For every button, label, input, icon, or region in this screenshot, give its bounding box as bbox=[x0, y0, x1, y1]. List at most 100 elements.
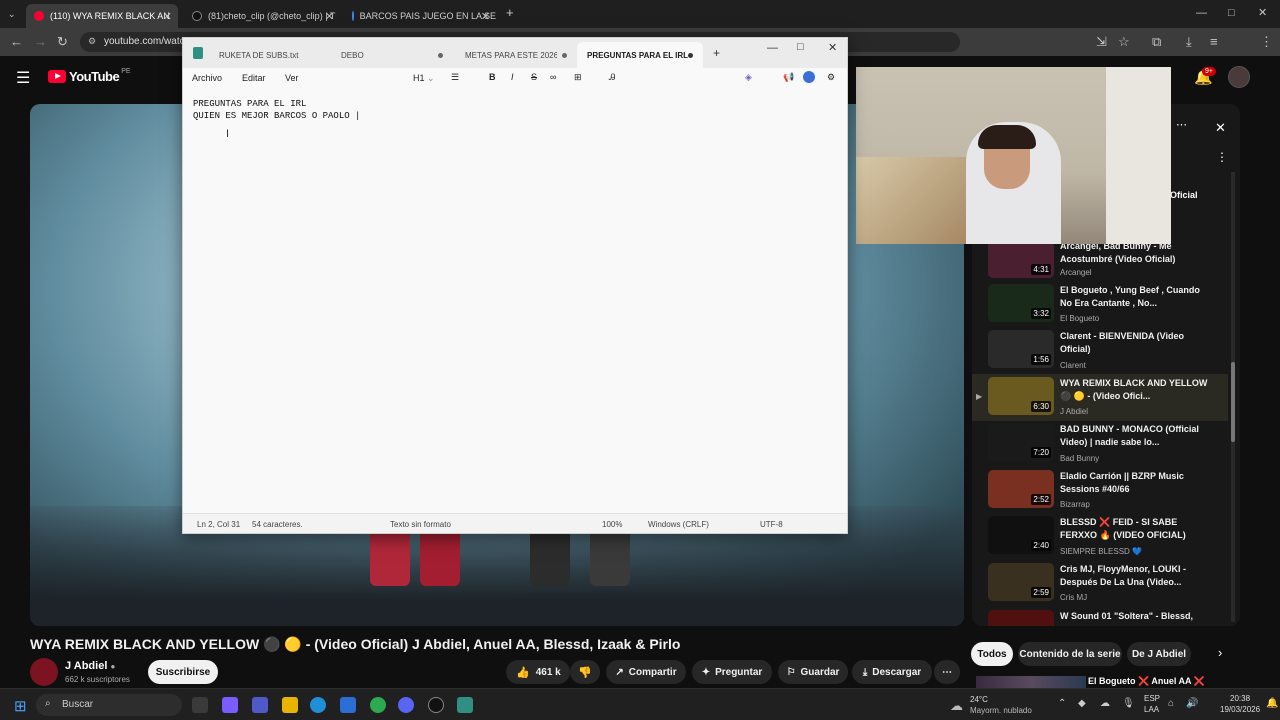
playlist-item[interactable]: 7:20 BAD BUNNY - MONACO (Official Video)… bbox=[986, 423, 1226, 467]
network-icon[interactable]: ⌂ bbox=[1168, 698, 1174, 709]
download-icon[interactable]: ⤓ bbox=[1186, 35, 1192, 49]
notepad-close-icon[interactable]: ✕ bbox=[828, 41, 837, 54]
playlist-item[interactable]: 2:40 BLESSD ❌ FEID - SI SABE FERXXO 🔥 (V… bbox=[986, 516, 1226, 560]
chip-series[interactable]: Contenido de la serie bbox=[1018, 642, 1122, 666]
heading-dropdown[interactable]: H1 ⌄ bbox=[413, 73, 435, 84]
menu-archivo[interactable]: Archivo bbox=[192, 73, 222, 83]
media-control-icon[interactable]: ≡ bbox=[1210, 35, 1218, 49]
share-button[interactable]: ↗ Compartir bbox=[606, 660, 686, 684]
chip-todos[interactable]: Todos bbox=[971, 642, 1013, 666]
playlist-item[interactable]: W Sound 01 "Soltera" - Blessd, bbox=[986, 610, 1226, 626]
tray-cloud-icon[interactable]: ☁ bbox=[1100, 698, 1110, 709]
zoom-level[interactable]: 100% bbox=[602, 520, 622, 529]
notepad-tab[interactable]: METAS PARA ESTE 2026 (H bbox=[455, 42, 577, 68]
italic-icon[interactable]: I bbox=[511, 72, 514, 82]
extensions-icon[interactable]: ⧉ bbox=[1152, 35, 1161, 49]
new-tab-icon[interactable]: + bbox=[506, 6, 514, 20]
notepad-text-area[interactable]: PREGUNTAS PARA EL IRL QUIEN ES MEJOR BARC… bbox=[193, 98, 360, 122]
file-explorer-icon[interactable] bbox=[282, 697, 298, 713]
close-playlist-icon[interactable]: ✕ bbox=[1215, 120, 1226, 136]
task-view-icon[interactable] bbox=[192, 697, 208, 713]
clock-time[interactable]: 20:38 bbox=[1230, 694, 1250, 703]
channel-name[interactable]: J Abdiel bbox=[65, 660, 107, 672]
menu-ver[interactable]: Ver bbox=[285, 73, 299, 83]
close-window-icon[interactable]: ✕ bbox=[1258, 6, 1267, 20]
save-button[interactable]: ⚐ Guardar bbox=[778, 660, 848, 684]
taskbar-search-box[interactable]: ⌕ Buscar bbox=[36, 694, 182, 716]
ask-button[interactable]: ✦ Preguntar bbox=[692, 660, 772, 684]
playlist-scrollbar-thumb[interactable] bbox=[1231, 362, 1235, 442]
clock-date[interactable]: 19/03/2026 bbox=[1220, 705, 1260, 714]
notifications-icon[interactable]: 🔔 bbox=[1266, 698, 1278, 709]
playlist-item-current[interactable]: 6:30 WYA REMIX BLACK AND YELLOW ⚫ 🟡 - (V… bbox=[986, 377, 1226, 421]
chrome-menu-icon[interactable]: ⋮ bbox=[1260, 35, 1273, 49]
list-icon[interactable]: ☰ bbox=[451, 72, 459, 83]
chip-channel[interactable]: De J Abdiel bbox=[1127, 642, 1191, 666]
more-actions-button[interactable]: ⋯ bbox=[934, 660, 960, 684]
hamburger-menu-icon[interactable]: ☰ bbox=[16, 68, 30, 88]
close-tab-icon[interactable]: ✕ bbox=[163, 10, 172, 23]
notepad-minimize-icon[interactable]: — bbox=[767, 42, 778, 54]
maximize-icon[interactable]: □ bbox=[1228, 6, 1235, 20]
tray-chevron-up-icon[interactable]: ⌃ bbox=[1058, 698, 1066, 709]
link-icon[interactable]: ∞ bbox=[550, 72, 556, 82]
playlist-item[interactable]: 3:32 El Bogueto , Yung Beef , Cuando No … bbox=[986, 284, 1226, 328]
microphone-icon[interactable]: 🎙 bbox=[1122, 698, 1135, 709]
close-tab-icon[interactable]: ✕ bbox=[325, 10, 334, 23]
next-video-title[interactable]: El Bogueto ❌ Anuel AA ❌ bbox=[1088, 676, 1205, 687]
tray-app-icon[interactable]: ◆ bbox=[1078, 698, 1086, 709]
dislike-button[interactable]: 👎 bbox=[570, 660, 600, 684]
install-app-icon[interactable]: ⇲ bbox=[1096, 35, 1107, 49]
windows-start-icon[interactable]: ⊞ bbox=[14, 697, 27, 715]
account-avatar[interactable] bbox=[1228, 66, 1250, 88]
bold-icon[interactable]: B bbox=[489, 72, 496, 82]
copilot-taskbar-icon[interactable] bbox=[222, 697, 238, 713]
clear-format-icon[interactable]: Ꭿ bbox=[609, 72, 616, 83]
volume-icon[interactable]: 🔊 bbox=[1186, 698, 1198, 709]
notepad-taskbar-icon[interactable] bbox=[457, 697, 473, 713]
playlist-scrollbar-track[interactable] bbox=[1231, 172, 1235, 622]
chips-next-icon[interactable]: › bbox=[1218, 645, 1222, 660]
text-format[interactable]: Texto sin formato bbox=[390, 520, 451, 529]
forward-icon[interactable]: → bbox=[34, 35, 47, 49]
discord-icon[interactable] bbox=[398, 697, 414, 713]
subscribe-button[interactable]: Suscribirse bbox=[148, 660, 218, 684]
reload-icon[interactable]: ↻ bbox=[57, 35, 68, 49]
chrome-icon[interactable] bbox=[370, 697, 386, 713]
language-indicator[interactable]: ESP bbox=[1144, 694, 1160, 703]
announcement-icon[interactable]: 📢 bbox=[783, 72, 794, 83]
browser-tab-tiktok[interactable]: (81)cheto_clip (@cheto_clip) | T ✕ bbox=[184, 4, 340, 28]
back-icon[interactable]: ← bbox=[10, 35, 23, 49]
playlist-item[interactable]: 2:59 Cris MJ, FloyyMenor, LOUKI - Despué… bbox=[986, 563, 1226, 607]
youtube-logo[interactable]: YouTube PE bbox=[48, 68, 131, 84]
site-info-icon[interactable]: ⚙ bbox=[88, 36, 96, 47]
close-tab-icon[interactable]: ✕ bbox=[481, 10, 490, 23]
download-button[interactable]: ⤓ Descargar bbox=[852, 660, 932, 684]
account-globe-icon[interactable] bbox=[803, 71, 815, 83]
playlist-item[interactable]: 4:31 Arcangel, Bad Bunny - Me Acostumbré… bbox=[986, 240, 1226, 284]
keyboard-layout[interactable]: LAA bbox=[1144, 705, 1159, 714]
playlist-more-icon[interactable]: ⋯ bbox=[1176, 118, 1187, 131]
tab-search-icon[interactable]: ⌄ bbox=[8, 7, 16, 21]
browser-tab-youtube[interactable]: (110) WYA REMIX BLACK AN ✕ bbox=[26, 4, 178, 28]
browser-tab-google[interactable]: BARCOS PAIS JUEGO EN LA SE ✕ bbox=[344, 4, 496, 28]
store-icon[interactable] bbox=[340, 697, 356, 713]
table-icon[interactable]: ⊞ bbox=[574, 72, 582, 83]
notepad-tab[interactable]: DEBO bbox=[331, 42, 453, 68]
playlist-menu-icon[interactable]: ⋮ bbox=[1216, 150, 1228, 164]
notepad-maximize-icon[interactable]: □ bbox=[797, 41, 804, 53]
copilot-icon[interactable]: ◈ bbox=[745, 72, 752, 83]
encoding[interactable]: UTF-8 bbox=[760, 520, 783, 529]
channel-name-row[interactable]: J Abdiel ● bbox=[65, 660, 115, 672]
notepad-tab-active[interactable]: PREGUNTAS PARA EL IRL bbox=[577, 42, 703, 68]
bookmark-star-icon[interactable]: ☆ bbox=[1118, 35, 1130, 49]
teams-icon[interactable] bbox=[252, 697, 268, 713]
edge-icon[interactable] bbox=[310, 697, 326, 713]
playlist-item[interactable]: 2:52 Eladio Carrión || BZRP Music Sessio… bbox=[986, 470, 1226, 514]
notepad-tab[interactable]: RUKETA DE SUBS.txt bbox=[209, 42, 327, 68]
weather-cloud-icon[interactable]: ☁ bbox=[950, 698, 963, 714]
minimize-icon[interactable]: — bbox=[1196, 6, 1207, 20]
line-ending[interactable]: Windows (CRLF) bbox=[648, 520, 709, 529]
notepad-new-tab-icon[interactable]: + bbox=[713, 46, 720, 60]
playlist-item[interactable]: 1:56 Clarent - BIENVENIDA (Video Oficial… bbox=[986, 330, 1226, 374]
